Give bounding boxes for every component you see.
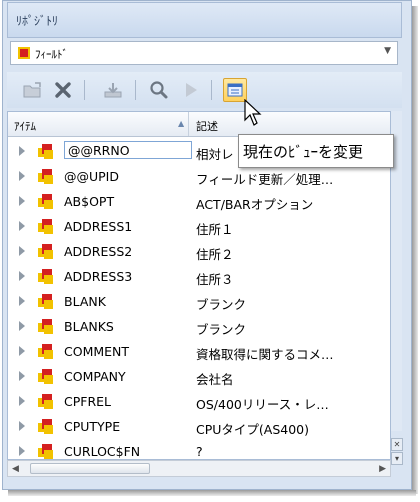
item-name: @@UPID bbox=[64, 169, 119, 184]
table-row[interactable]: COMPANY 会社名 bbox=[8, 364, 390, 389]
column-divider[interactable] bbox=[188, 112, 189, 136]
tooltip-text: 現在のﾋﾞｭｰを変更 bbox=[243, 143, 364, 161]
item-name: BLANKS bbox=[64, 319, 114, 334]
item-description: 住所３ bbox=[196, 272, 234, 287]
item-name: AB$OPT bbox=[64, 194, 115, 209]
object-type-select[interactable]: ﾌｨｰﾙﾄﾞ ▼ bbox=[10, 41, 398, 65]
item-description: 会社名 bbox=[196, 372, 234, 387]
tooltip: 現在のﾋﾞｭｰを変更 bbox=[238, 134, 394, 168]
table-row[interactable]: BLANKS ブランク bbox=[8, 314, 390, 339]
item-description: 住所１ bbox=[196, 222, 234, 237]
item-description: フィールド更新／処理… bbox=[196, 172, 334, 187]
field-icon bbox=[38, 444, 53, 459]
item-description: 資格取得に関するコメ… bbox=[196, 347, 334, 362]
expand-arrow-icon[interactable] bbox=[19, 346, 25, 356]
scroll-right-icon[interactable]: ▶ bbox=[379, 464, 386, 474]
toolbar-separator bbox=[211, 80, 212, 100]
table-row[interactable]: CPUTYPE CPUタイプ(AS400) bbox=[8, 414, 390, 439]
change-view-icon bbox=[227, 83, 243, 97]
item-name: COMPANY bbox=[64, 369, 126, 384]
item-name: BLANK bbox=[64, 294, 106, 309]
field-icon bbox=[38, 244, 53, 259]
expand-arrow-icon[interactable] bbox=[19, 446, 25, 456]
table-row[interactable]: ADDRESS1 住所１ bbox=[8, 214, 390, 239]
expand-arrow-icon[interactable] bbox=[19, 396, 25, 406]
field-icon bbox=[38, 169, 53, 184]
expand-arrow-icon[interactable] bbox=[19, 321, 25, 331]
panel-shadow-bottom bbox=[8, 490, 416, 496]
item-description: 住所２ bbox=[196, 247, 234, 262]
field-icon bbox=[38, 344, 53, 359]
field-icon bbox=[38, 144, 53, 159]
expand-arrow-icon[interactable] bbox=[19, 146, 25, 156]
horizontal-scrollbar[interactable]: ◀ ▶ bbox=[7, 460, 391, 477]
field-icon bbox=[38, 369, 53, 384]
toolbar-separator bbox=[135, 80, 136, 100]
panel-title: ﾘﾎﾟｼﾞﾄﾘ bbox=[16, 14, 59, 28]
download-icon bbox=[104, 83, 122, 98]
item-description: CPUタイプ(AS400) bbox=[196, 422, 310, 437]
item-name: CPFREL bbox=[64, 394, 112, 409]
table-row[interactable]: CPFREL OS/400リリース・レ… bbox=[8, 389, 390, 414]
chevron-down-icon[interactable]: ▼ bbox=[384, 46, 391, 56]
scrollbar-thumb[interactable] bbox=[30, 463, 150, 474]
field-icon bbox=[38, 194, 53, 209]
field-icon bbox=[38, 294, 53, 309]
expand-arrow-icon[interactable] bbox=[19, 421, 25, 431]
panel-title-bar: ﾘﾎﾟｼﾞﾄﾘ bbox=[7, 2, 402, 38]
item-description: OS/400リリース・レ… bbox=[196, 397, 329, 412]
table-row[interactable]: AB$OPT ACT/BARオプション bbox=[8, 189, 390, 214]
toolbar bbox=[7, 72, 402, 108]
search-button[interactable] bbox=[147, 78, 171, 102]
item-name: CURLOC$FN bbox=[64, 444, 141, 459]
delete-icon bbox=[55, 82, 71, 98]
search-icon bbox=[150, 81, 168, 99]
table-row[interactable]: COMMENT 資格取得に関するコメ… bbox=[8, 339, 390, 364]
item-name: ADDRESS2 bbox=[64, 244, 133, 259]
expand-arrow-icon[interactable] bbox=[19, 296, 25, 306]
expand-arrow-icon[interactable] bbox=[19, 371, 25, 381]
run-button[interactable] bbox=[179, 78, 203, 102]
object-type-value: ﾌｨｰﾙﾄﾞ bbox=[35, 48, 68, 61]
item-name: COMMENT bbox=[64, 344, 130, 359]
item-description: ? bbox=[196, 444, 203, 459]
table-row[interactable]: ADDRESS2 住所２ bbox=[8, 239, 390, 264]
item-description: 相対レ bbox=[196, 147, 234, 162]
open-folder-button[interactable] bbox=[21, 78, 45, 102]
play-icon bbox=[186, 83, 197, 97]
chevron-down-icon[interactable]: ▾ bbox=[391, 452, 403, 465]
field-icon bbox=[38, 419, 53, 434]
open-folder-icon bbox=[23, 82, 41, 98]
item-name: ADDRESS1 bbox=[64, 219, 133, 234]
column-header-item[interactable]: ｱｲﾃﾑ bbox=[14, 118, 36, 134]
column-header-description[interactable]: 記述 bbox=[196, 118, 218, 134]
toolbar-separator bbox=[84, 80, 85, 100]
item-name: ADDRESS3 bbox=[64, 269, 133, 284]
field-icon bbox=[38, 394, 53, 409]
table-row[interactable]: BLANK ブランク bbox=[8, 289, 390, 314]
expand-arrow-icon[interactable] bbox=[19, 221, 25, 231]
sort-ascending-icon: ▲ bbox=[178, 119, 185, 128]
close-icon[interactable]: ✕ bbox=[391, 438, 403, 451]
field-icon bbox=[38, 319, 53, 334]
table-row[interactable]: ADDRESS3 住所３ bbox=[8, 264, 390, 289]
expand-arrow-icon[interactable] bbox=[19, 171, 25, 181]
mouse-cursor-icon bbox=[244, 99, 262, 126]
field-icon bbox=[38, 269, 53, 284]
download-button[interactable] bbox=[101, 78, 125, 102]
expand-arrow-icon[interactable] bbox=[19, 271, 25, 281]
item-description: ブランク bbox=[196, 297, 247, 312]
field-icon bbox=[38, 219, 53, 234]
panel-shadow-right bbox=[412, 6, 418, 494]
field-icon bbox=[18, 47, 30, 59]
item-description: ブランク bbox=[196, 322, 247, 337]
scroll-left-icon[interactable]: ◀ bbox=[12, 464, 19, 474]
expand-arrow-icon[interactable] bbox=[19, 246, 25, 256]
item-description: ACT/BARオプション bbox=[196, 197, 314, 212]
item-name: CPUTYPE bbox=[64, 419, 121, 434]
delete-button[interactable] bbox=[51, 78, 75, 102]
item-name[interactable]: @@RRNO bbox=[64, 141, 192, 159]
expand-arrow-icon[interactable] bbox=[19, 196, 25, 206]
table-row[interactable]: CURLOC$FN? bbox=[8, 439, 390, 459]
